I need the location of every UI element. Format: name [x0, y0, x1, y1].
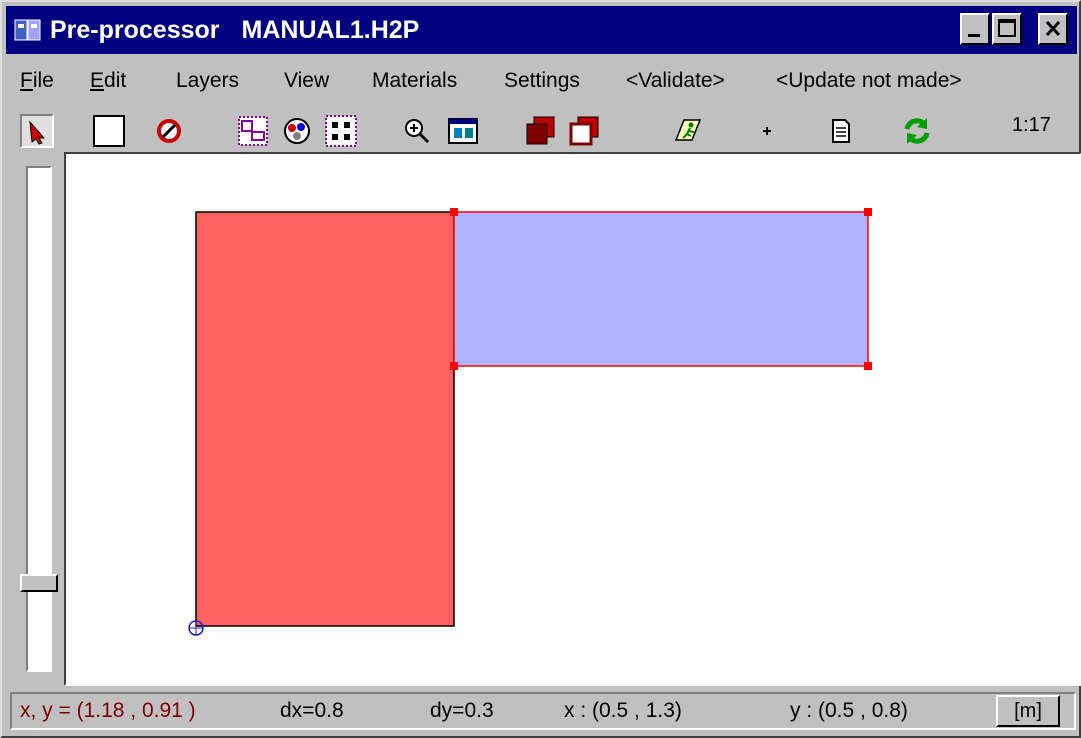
document-name: MANUAL1.H2P	[241, 16, 420, 44]
menu-edit-mnemonic: E	[90, 69, 105, 92]
menu-edit[interactable]: Edit	[90, 58, 126, 104]
zoom-button[interactable]	[400, 114, 434, 148]
select-tool-button[interactable]	[20, 114, 54, 148]
title-bar[interactable]: Pre-processor MANUAL1.H2P	[6, 6, 1077, 54]
close-icon	[1045, 20, 1061, 37]
no-entry-icon	[157, 119, 181, 143]
menu-materials[interactable]: Materials	[372, 58, 457, 104]
menu-settings[interactable]: Settings	[504, 58, 580, 104]
add-point-button[interactable]	[750, 114, 784, 148]
zoom-slider[interactable]	[16, 154, 62, 684]
cursor-coordinates: x, y = (1.18 , 0.91 )	[20, 699, 196, 722]
menu-file-label: ile	[32, 69, 54, 92]
minimize-button[interactable]	[960, 13, 990, 45]
slider-thumb[interactable]	[20, 574, 58, 592]
menu-view[interactable]: View	[284, 58, 329, 104]
scale-readout: 1:17	[1012, 114, 1051, 136]
menu-file-mnemonic: F	[20, 69, 33, 92]
send-back-icon	[569, 116, 599, 146]
materials-palette-icon	[284, 118, 310, 144]
toolbar: 1:17	[6, 108, 1077, 150]
page-button[interactable]	[824, 114, 858, 148]
app-name: Pre-processor	[50, 16, 220, 44]
menu-validate[interactable]: <Validate>	[626, 58, 725, 104]
maximize-button[interactable]	[992, 13, 1022, 45]
app-icon[interactable]	[14, 17, 42, 43]
menu-update[interactable]: <Update not made>	[776, 58, 962, 104]
run-button[interactable]	[672, 114, 706, 148]
bring-front-button[interactable]	[524, 114, 558, 148]
status-panel: x, y = (1.18 , 0.91 ) dx=0.8 dy=0.3 x : …	[10, 692, 1076, 730]
window-title: Pre-processor MANUAL1.H2P	[50, 6, 419, 54]
maximize-icon	[998, 19, 1016, 37]
canvas-drawing	[188, 208, 872, 636]
view-window-button[interactable]	[446, 114, 480, 148]
rectangle-icon	[93, 115, 125, 147]
cancel-tool-button[interactable]	[152, 114, 186, 148]
view-window-icon	[448, 118, 478, 144]
window-select-button[interactable]	[236, 114, 270, 148]
send-back-button[interactable]	[568, 114, 602, 148]
menu-bar: File Edit Layers View Materials Settings…	[6, 58, 1077, 104]
grid-points-icon	[325, 115, 357, 147]
drawing-canvas[interactable]	[64, 152, 1081, 686]
minimize-icon	[968, 34, 980, 37]
y-range-readout: y : (0.5 , 0.8)	[790, 699, 908, 722]
page-icon	[832, 119, 850, 143]
dx-readout: dx=0.8	[280, 699, 344, 722]
red-rectangle[interactable]	[195, 211, 455, 627]
dy-readout: dy=0.3	[430, 699, 494, 722]
refresh-icon	[904, 118, 930, 144]
selection-handle-top-right[interactable]	[864, 208, 872, 216]
unit-button[interactable]: [m]	[996, 695, 1060, 727]
window-select-icon	[238, 116, 268, 146]
select-arrow-icon	[29, 120, 46, 145]
refresh-button[interactable]	[900, 114, 934, 148]
menu-layers[interactable]: Layers	[176, 58, 239, 104]
origin-marker-icon	[188, 620, 204, 636]
selection-handle-bottom-right[interactable]	[864, 362, 872, 370]
close-button[interactable]	[1038, 13, 1068, 45]
materials-palette-button[interactable]	[280, 114, 314, 148]
menu-edit-label: dit	[104, 69, 127, 92]
blue-rectangle-selected[interactable]	[453, 211, 869, 367]
slider-track[interactable]	[26, 166, 52, 672]
menu-file[interactable]: File	[20, 58, 54, 104]
run-icon	[674, 119, 702, 141]
status-bar: x, y = (1.18 , 0.91 ) dx=0.8 dy=0.3 x : …	[6, 690, 1077, 734]
grid-points-button[interactable]	[324, 114, 358, 148]
selection-handle-bottom-left[interactable]	[450, 362, 458, 370]
selection-handle-top-left[interactable]	[450, 208, 458, 216]
rectangle-tool-button[interactable]	[92, 114, 126, 148]
plus-icon	[763, 127, 771, 135]
zoom-icon	[405, 119, 430, 144]
bring-front-icon	[526, 116, 555, 145]
app-window: Pre-processor MANUAL1.H2P File Edit Layer…	[0, 0, 1081, 738]
x-range-readout: x : (0.5 , 1.3)	[564, 699, 682, 722]
